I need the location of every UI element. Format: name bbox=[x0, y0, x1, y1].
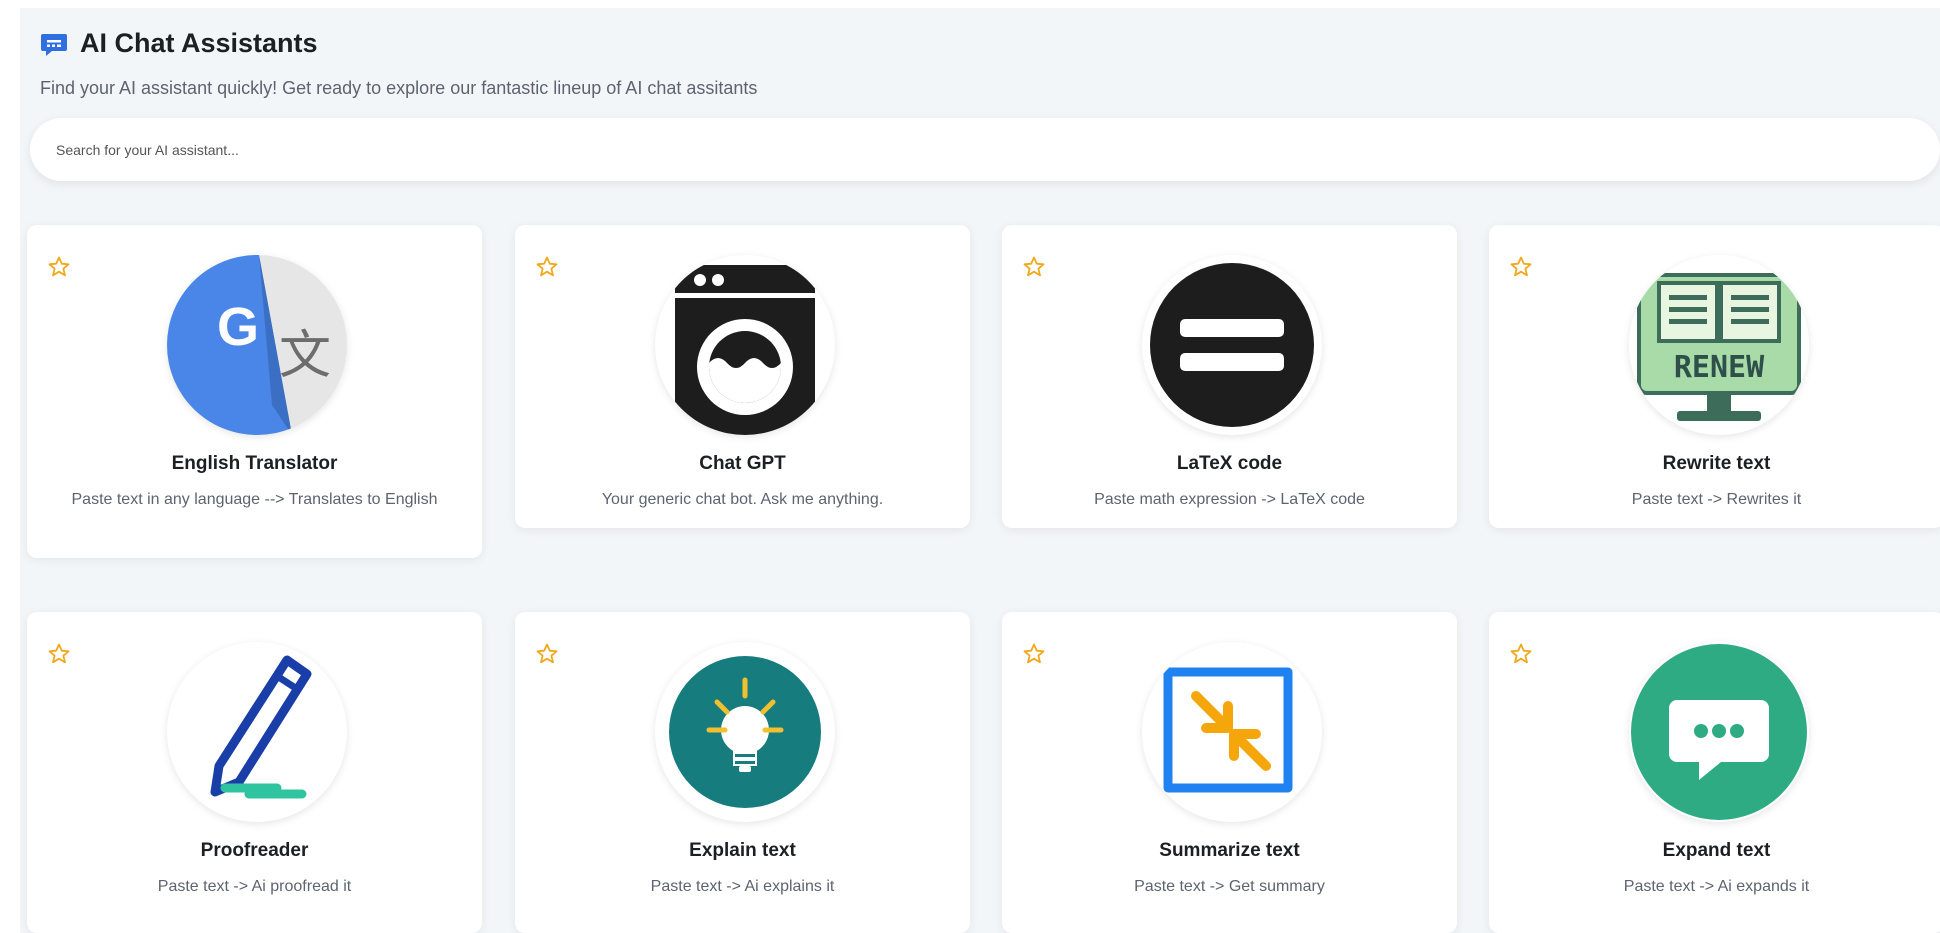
card-description: Your generic chat bot. Ask me anything. bbox=[601, 491, 884, 508]
search-bar[interactable] bbox=[30, 118, 1940, 181]
card-description: Paste text -> Ai expands it bbox=[1623, 878, 1810, 895]
card-title: Proofreader bbox=[200, 840, 309, 861]
assistant-card-explain-text[interactable]: Explain text Paste text -> Ai explains i… bbox=[515, 612, 970, 933]
card-title: LaTeX code bbox=[1176, 453, 1283, 474]
page-container: AI Chat Assistants Find your AI assistan… bbox=[20, 8, 1940, 933]
card-title: Summarize text bbox=[1159, 840, 1300, 861]
card-description: Paste text -> Ai proofread it bbox=[157, 878, 352, 895]
chat-bubble-icon bbox=[41, 33, 67, 56]
renew-book-icon: RENEW bbox=[1629, 255, 1809, 435]
card-description: Paste text -> Ai explains it bbox=[650, 878, 835, 895]
compress-arrows-icon bbox=[1142, 642, 1322, 822]
card-title: Chat GPT bbox=[699, 453, 786, 474]
star-icon[interactable] bbox=[1509, 255, 1533, 279]
page-title: AI Chat Assistants bbox=[80, 28, 318, 58]
search-input[interactable] bbox=[56, 141, 1940, 158]
header: AI Chat Assistants bbox=[40, 28, 318, 59]
assistant-card-english-translator[interactable]: G 文 English Translator Paste text in any… bbox=[27, 225, 482, 558]
card-description: Paste text in any language --> Translate… bbox=[71, 491, 438, 508]
star-icon[interactable] bbox=[535, 642, 559, 666]
card-title: Expand text bbox=[1662, 840, 1771, 861]
assistant-card-latex-code[interactable]: LaTeX code Paste math expression -> LaTe… bbox=[1002, 225, 1457, 528]
equals-sign-icon bbox=[1142, 255, 1322, 435]
star-icon[interactable] bbox=[535, 255, 559, 279]
pen-icon bbox=[167, 642, 347, 822]
svg-text:RENEW: RENEW bbox=[1674, 350, 1765, 385]
speech-bubble-dots-icon bbox=[1629, 642, 1809, 822]
svg-text:G: G bbox=[217, 297, 259, 357]
svg-text:文: 文 bbox=[279, 326, 331, 386]
page-subtitle: Find your AI assistant quickly! Get read… bbox=[40, 78, 758, 98]
assistant-card-proofreader[interactable]: Proofreader Paste text -> Ai proofread i… bbox=[27, 612, 482, 933]
assistant-card-rewrite-text[interactable]: RENEW Rewrite text Paste text -> Rewrite… bbox=[1489, 225, 1940, 528]
card-title: English Translator bbox=[171, 453, 338, 474]
star-icon[interactable] bbox=[47, 255, 71, 279]
assistant-card-summarize-text[interactable]: Summarize text Paste text -> Get summary bbox=[1002, 612, 1457, 933]
card-description: Paste text -> Get summary bbox=[1134, 878, 1325, 895]
lightbulb-icon bbox=[655, 642, 835, 822]
card-title: Rewrite text bbox=[1662, 453, 1771, 474]
card-description: Paste math expression -> LaTeX code bbox=[1094, 491, 1365, 508]
card-description: Paste text -> Rewrites it bbox=[1631, 491, 1802, 508]
card-title: Explain text bbox=[689, 840, 796, 861]
assistant-card-chat-gpt[interactable]: Chat GPT Your generic chat bot. Ask me a… bbox=[515, 225, 970, 528]
washing-machine-icon bbox=[655, 255, 835, 435]
star-icon[interactable] bbox=[1022, 255, 1046, 279]
star-icon[interactable] bbox=[1509, 642, 1533, 666]
star-icon[interactable] bbox=[1022, 642, 1046, 666]
google-translate-icon: G 文 bbox=[167, 255, 347, 435]
star-icon[interactable] bbox=[47, 642, 71, 666]
assistant-card-expand-text[interactable]: Expand text Paste text -> Ai expands it bbox=[1489, 612, 1940, 933]
